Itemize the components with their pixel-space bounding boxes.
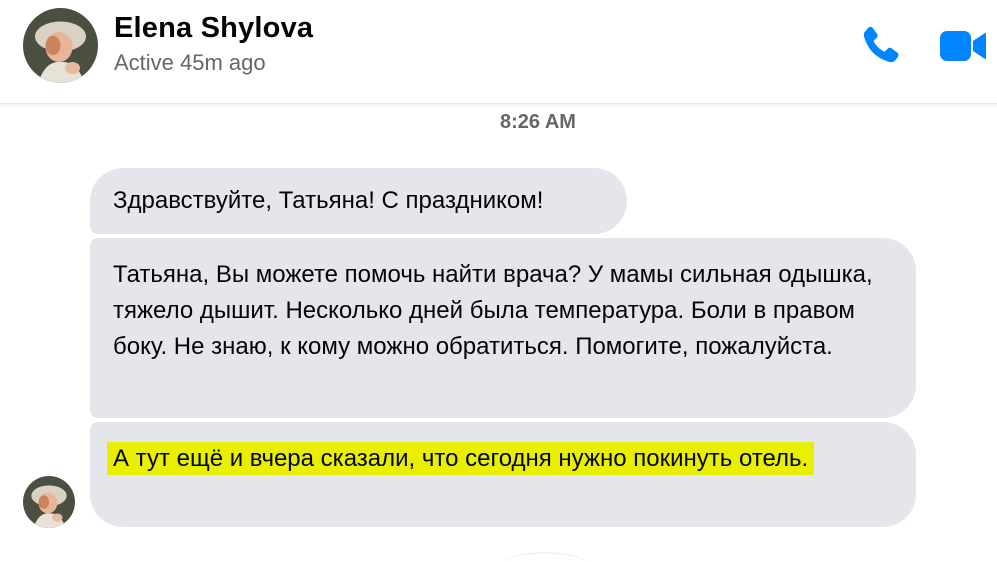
message-text: Здравствуйте, Татьяна! С праздником! — [113, 187, 544, 214]
audio-call-button[interactable] — [858, 24, 902, 68]
phone-icon — [863, 26, 899, 63]
message-text: Татьяна, Вы можете помочь найти врача? У… — [113, 261, 873, 360]
avatar-photo — [23, 8, 98, 83]
video-call-button[interactable] — [939, 26, 987, 66]
contact-avatar[interactable] — [23, 8, 98, 83]
sender-avatar[interactable] — [23, 476, 75, 528]
incoming-message-bubble[interactable]: А тут ещё и вчера сказали, что сегодня н… — [90, 422, 916, 527]
incoming-message-bubble[interactable]: Здравствуйте, Татьяна! С праздником! — [90, 168, 627, 234]
scroll-hint — [505, 552, 585, 562]
avatar-photo — [23, 476, 75, 528]
message-timestamp: 8:26 AM — [500, 111, 576, 133]
incoming-message-bubble[interactable]: Татьяна, Вы можете помочь найти врача? У… — [90, 238, 916, 418]
video-camera-icon — [940, 31, 986, 61]
highlighted-message-text: А тут ещё и вчера сказали, что сегодня н… — [107, 442, 815, 475]
contact-status: Active 45m ago — [114, 50, 266, 75]
contact-name[interactable]: Elena Shylova — [114, 12, 313, 45]
messenger-conversation: Elena Shylova Active 45m ago 8:26 AM Здр… — [0, 0, 997, 562]
conversation-header: Elena Shylova Active 45m ago — [0, 0, 997, 104]
